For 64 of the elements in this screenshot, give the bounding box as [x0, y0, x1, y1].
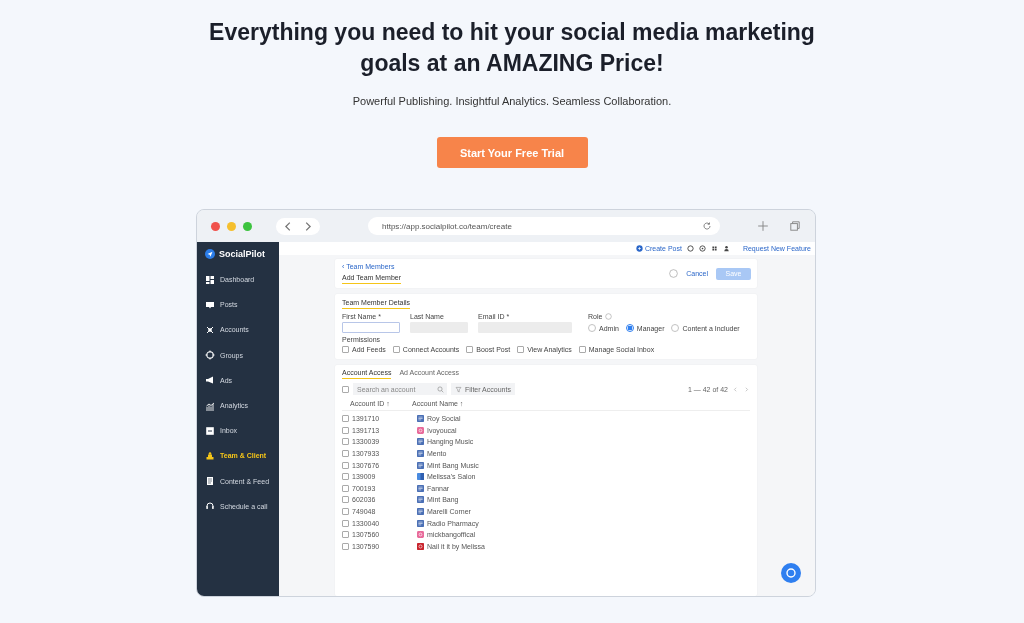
headset-icon — [205, 501, 215, 512]
plus-icon[interactable] — [757, 220, 769, 232]
row-checkbox[interactable] — [342, 508, 349, 516]
checkbox[interactable] — [392, 346, 400, 353]
accounts-icon — [205, 324, 215, 335]
grid-icon[interactable] — [710, 245, 718, 252]
plus-circle-icon — [635, 245, 643, 252]
inbox-icon — [205, 425, 215, 436]
page-badge-icon — [417, 473, 424, 481]
headline: Everything you need to hit your social media marketing goals at an AMAZING Price! — [208, 18, 816, 78]
row-checkbox[interactable] — [342, 426, 349, 434]
row-checkbox[interactable] — [342, 496, 349, 504]
facebook-badge-icon — [417, 450, 424, 458]
pinterest-badge-icon — [417, 542, 424, 550]
chart-icon — [205, 400, 215, 411]
row-checkbox[interactable] — [342, 450, 349, 458]
facebook-badge-icon — [417, 484, 424, 492]
document-icon — [205, 476, 215, 487]
reload-icon[interactable] — [702, 221, 712, 231]
funnel-icon — [455, 385, 462, 393]
row-checkbox[interactable] — [342, 542, 349, 550]
team-icon — [205, 450, 215, 461]
subtitle: Powerful Publishing. Insightful Analytics. Seamless Collaboration. — [352, 95, 672, 107]
close-dot[interactable] — [211, 221, 220, 231]
checkbox[interactable] — [466, 346, 474, 353]
instagram-badge-icon — [417, 531, 424, 539]
checkbox[interactable] — [342, 346, 349, 353]
checkbox[interactable] — [517, 346, 525, 353]
input-field[interactable] — [342, 322, 400, 333]
settings-icon[interactable] — [698, 245, 706, 252]
row-checkbox[interactable] — [342, 415, 349, 423]
row-checkbox[interactable] — [342, 461, 349, 469]
facebook-badge-icon — [417, 438, 424, 446]
user-icon[interactable] — [722, 245, 730, 252]
row-checkbox[interactable] — [342, 519, 349, 527]
search-icon — [437, 385, 444, 393]
chat-icon[interactable] — [781, 563, 801, 583]
instagram-badge-icon — [417, 426, 424, 434]
facebook-badge-icon — [417, 496, 424, 504]
row-checkbox[interactable] — [342, 531, 349, 539]
row-checkbox[interactable] — [342, 473, 349, 481]
radio-button[interactable] — [588, 324, 596, 332]
row-checkbox[interactable] — [342, 438, 349, 446]
target-icon — [205, 350, 215, 361]
chevron-right-icon[interactable] — [743, 385, 750, 393]
checkbox[interactable] — [578, 346, 586, 353]
tabs-icon[interactable] — [789, 220, 801, 232]
app-logo: SocialPilot — [219, 249, 265, 259]
posts-icon — [205, 299, 215, 310]
address-bar[interactable]: https://app.socialpilot.co/team/create — [368, 217, 720, 235]
facebook-badge-icon — [417, 461, 424, 469]
megaphone-icon — [205, 375, 215, 386]
dashboard-icon — [205, 274, 215, 285]
facebook-badge-icon — [417, 508, 424, 516]
select-all-checkbox[interactable] — [342, 385, 349, 393]
facebook-badge-icon — [417, 519, 424, 527]
radio-button[interactable] — [671, 324, 680, 332]
facebook-badge-icon — [417, 415, 424, 423]
paper-plane-icon — [205, 249, 215, 259]
minimize-dot[interactable] — [227, 221, 236, 231]
radio-button[interactable] — [625, 324, 634, 332]
row-checkbox[interactable] — [342, 484, 349, 492]
chevron-left-icon[interactable] — [732, 385, 739, 393]
maximize-dot[interactable] — [243, 221, 252, 231]
